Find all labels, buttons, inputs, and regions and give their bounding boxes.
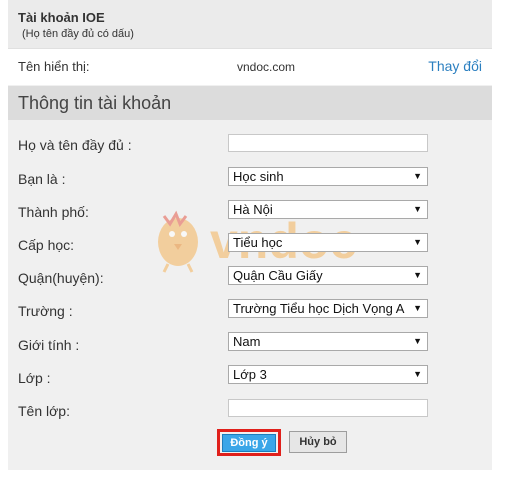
- class-name-label: Tên lớp:: [18, 403, 70, 419]
- school-label: Trường :: [18, 303, 73, 319]
- school-select[interactable]: Trường Tiểu học Dịch Vọng A ▼: [228, 299, 428, 318]
- district-label: Quận(huyện):: [18, 270, 104, 286]
- display-name-row: Tên hiển thị: vndoc.com Thay đổi: [8, 49, 492, 85]
- chevron-down-icon: ▼: [413, 336, 422, 346]
- gender-label: Giới tính :: [18, 337, 80, 353]
- change-display-name-link[interactable]: Thay đổi: [428, 58, 482, 74]
- account-subtitle: (Họ tên đầy đủ có dấu): [22, 28, 134, 40]
- level-select-value: Tiểu học: [233, 235, 283, 250]
- chevron-down-icon: ▼: [413, 237, 422, 247]
- level-select[interactable]: Tiểu học ▼: [228, 233, 428, 252]
- district-select-value: Quận Cầu Giấy: [233, 268, 323, 283]
- chevron-down-icon: ▼: [413, 204, 422, 214]
- chevron-down-icon: ▼: [413, 303, 422, 313]
- account-title: Tài khoản IOE: [18, 10, 105, 25]
- section-title: Thông tin tài khoản: [18, 93, 172, 113]
- chevron-down-icon: ▼: [413, 270, 422, 280]
- gender-select[interactable]: Nam ▼: [228, 332, 428, 351]
- school-select-value: Trường Tiểu học Dịch Vọng A: [233, 301, 405, 316]
- full-name-input[interactable]: [228, 134, 428, 152]
- city-select-value: Hà Nội: [233, 202, 273, 217]
- city-select[interactable]: Hà Nội ▼: [228, 200, 428, 219]
- role-label: Bạn là :: [18, 171, 66, 187]
- chevron-down-icon: ▼: [413, 369, 422, 379]
- section-header: Thông tin tài khoản: [8, 86, 492, 120]
- role-select-value: Học sinh: [233, 169, 284, 184]
- level-label: Cấp học:: [18, 237, 75, 253]
- cancel-button[interactable]: Hủy bỏ: [289, 431, 347, 453]
- display-name-label: Tên hiển thị:: [18, 59, 90, 74]
- chevron-down-icon: ▼: [413, 171, 422, 181]
- display-name-value: vndoc.com: [237, 60, 296, 74]
- ok-button[interactable]: Đồng ý: [222, 434, 276, 452]
- account-header: Tài khoản IOE (Họ tên đầy đủ có dấu): [8, 0, 492, 49]
- gender-select-value: Nam: [233, 334, 261, 349]
- class-name-input[interactable]: [228, 399, 428, 417]
- grade-select-value: Lớp 3: [233, 367, 267, 382]
- role-select[interactable]: Học sinh ▼: [228, 167, 428, 186]
- district-select[interactable]: Quận Cầu Giấy ▼: [228, 266, 428, 285]
- grade-label: Lớp :: [18, 370, 51, 386]
- city-label: Thành phố:: [18, 204, 89, 220]
- grade-select[interactable]: Lớp 3 ▼: [228, 365, 428, 384]
- full-name-label: Họ và tên đầy đủ :: [18, 137, 132, 153]
